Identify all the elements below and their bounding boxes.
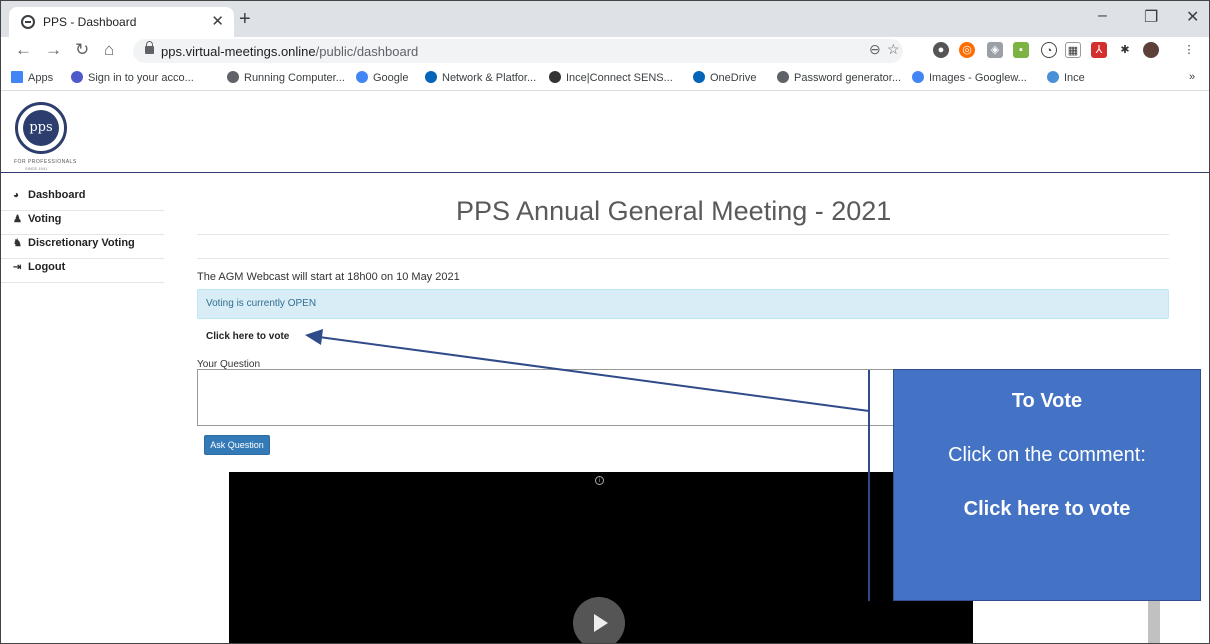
callout-heading: To Vote bbox=[1011, 390, 1083, 412]
callout-instruction: Click on the comment: bbox=[948, 444, 1146, 466]
callout-emphasis: Click here to vote bbox=[963, 498, 1131, 520]
browser-window: PPS - Dashboard ✕ + – ❐ ✕ ← → ↻ ⌂ pps.vi… bbox=[0, 0, 1210, 644]
instruction-callout: To Vote Click on the comment: Click here… bbox=[893, 369, 1201, 601]
arrow-shaft bbox=[318, 336, 870, 412]
arrow-head-icon bbox=[305, 329, 323, 345]
